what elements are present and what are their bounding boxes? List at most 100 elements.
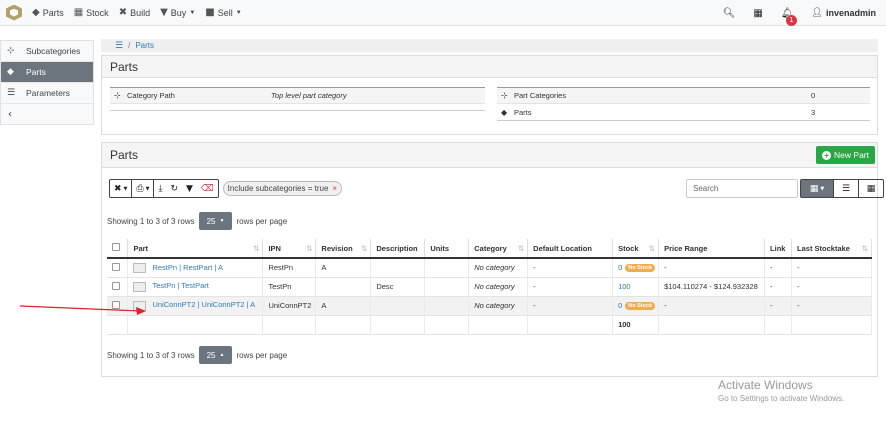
part-link[interactable]: TestPn | TestPart bbox=[152, 281, 208, 290]
column-header[interactable]: Link bbox=[764, 239, 793, 259]
column-header[interactable]: Default Location bbox=[527, 239, 614, 259]
part-cell: TestPn | TestPart bbox=[127, 277, 264, 297]
row-checkbox[interactable] bbox=[112, 281, 120, 290]
user-menu[interactable]: 👤︎ invenadmin bbox=[812, 8, 876, 18]
column-header[interactable]: Stock ⇅ bbox=[612, 239, 660, 259]
grid-view-button[interactable]: ▦ bbox=[858, 180, 883, 197]
sitemap-icon: ⊹ bbox=[7, 46, 15, 56]
page-size-select[interactable]: 25 ▼ bbox=[198, 212, 233, 230]
user-icon: 👤︎ bbox=[811, 8, 823, 18]
row-checkbox-cell bbox=[107, 258, 129, 278]
ipn-cell: RestPn bbox=[262, 258, 317, 278]
nav-sell[interactable]: ■ Sell ▼ bbox=[205, 7, 241, 18]
sort-icon: ⇅ bbox=[253, 243, 260, 253]
nav-build-label: Build bbox=[130, 7, 151, 18]
breadcrumb-parts-link[interactable]: Parts bbox=[135, 41, 154, 50]
column-header[interactable]: Part ⇅ bbox=[127, 239, 264, 259]
sidebar-item-label: Parts bbox=[26, 67, 46, 77]
part-thumbnail bbox=[133, 262, 147, 273]
nav-parts[interactable]: ◆ Parts bbox=[32, 7, 64, 18]
sidebar-item-subcategories[interactable]: ⊹ Subcategories bbox=[1, 41, 93, 62]
page-size-select[interactable]: 25 ▲ bbox=[198, 346, 233, 364]
filter-button[interactable]: ▼ bbox=[182, 180, 197, 197]
link-cell: - bbox=[764, 258, 793, 278]
chevron-down-icon: ▼ bbox=[123, 185, 128, 192]
grid-icon: ▦ bbox=[866, 183, 876, 194]
price-cell: - bbox=[658, 296, 766, 316]
barcode-icon[interactable]: ▦ bbox=[753, 8, 762, 19]
description-cell: Desc bbox=[370, 277, 426, 297]
collapse-sidebar-button[interactable]: ‹ bbox=[1, 104, 93, 124]
sidebar-item-parts[interactable]: ◆ Parts bbox=[1, 62, 93, 83]
table-header-row: Part ⇅ IPN ⇅ Revision ⇅ Description Units C… bbox=[107, 239, 872, 259]
list-view-button[interactable]: ☰ bbox=[833, 180, 858, 197]
refresh-button[interactable]: ↻ bbox=[166, 180, 182, 197]
list-icon: ☰ bbox=[7, 88, 16, 98]
units-cell bbox=[424, 277, 470, 297]
stock-link[interactable]: 0 bbox=[618, 263, 622, 272]
sort-icon: ⇅ bbox=[648, 243, 656, 253]
category-stats-table: ⊹ Part Categories 0 ◆ Parts 3 bbox=[497, 87, 870, 121]
part-categories-value: 0 bbox=[811, 91, 816, 100]
part-link[interactable]: RestPn | RestPart | A bbox=[152, 263, 223, 272]
column-header[interactable]: Units bbox=[424, 239, 470, 259]
price-cell: $104.110274 - $124.932328 bbox=[658, 277, 766, 297]
bell-icon[interactable]: 🔔︎ 1 bbox=[781, 8, 797, 26]
stock-link[interactable]: 100 bbox=[618, 282, 631, 291]
search-icon[interactable]: 🔍︎ bbox=[723, 8, 736, 19]
parts-count-label: Parts bbox=[514, 107, 532, 117]
menu-icon[interactable]: ☰ bbox=[115, 41, 123, 51]
stock-link[interactable]: 0 bbox=[618, 301, 622, 310]
username: invenadmin bbox=[825, 8, 876, 18]
category-info-table: ⊹ Category Path Top level part category bbox=[110, 87, 485, 111]
pagination-info-top: Showing 1 to 3 of 3 rows 25 ▼ rows per pa… bbox=[107, 212, 287, 230]
table-row: UniConnPT2 | UniConnPT2 | A UniConnPT2 A… bbox=[107, 296, 872, 316]
inventree-logo[interactable] bbox=[6, 4, 22, 21]
no-stock-badge: No Stock bbox=[625, 302, 656, 310]
category-value: No category bbox=[474, 282, 515, 291]
grid-icon: ▦ bbox=[809, 183, 819, 194]
column-header[interactable]: Last Stocktake ⇅ bbox=[791, 239, 872, 259]
filter-chip-label: Include subcategories = true bbox=[227, 184, 329, 193]
showing-text: Showing 1 to 3 of 3 rows bbox=[107, 216, 195, 226]
activate-windows-watermark: Activate Windows Go to Settings to activ… bbox=[718, 378, 844, 403]
print-menu-button[interactable]: ⎙ ▼ bbox=[131, 180, 153, 197]
sidebar-item-parameters[interactable]: ☰ Parameters bbox=[1, 83, 93, 104]
breadcrumb: ☰ / Parts bbox=[101, 39, 878, 52]
table-view-button[interactable]: ▦ ▼ bbox=[801, 180, 833, 197]
tools-menu-button[interactable]: ✖ ▼ bbox=[110, 180, 131, 197]
category-path-value: Top level part category bbox=[271, 91, 347, 100]
header-label: Revision bbox=[321, 243, 353, 253]
breadcrumb-separator: / bbox=[128, 41, 131, 50]
notification-badge: 1 bbox=[785, 14, 797, 26]
watermark-title: Activate Windows bbox=[718, 378, 813, 392]
row-checkbox[interactable] bbox=[112, 262, 120, 271]
filter-icon: ▼ bbox=[186, 183, 193, 194]
clear-filters-button[interactable]: ⌫ bbox=[197, 180, 218, 197]
part-thumbnail bbox=[133, 300, 147, 311]
new-part-button[interactable]: + New Part bbox=[816, 146, 875, 164]
filter-chip: Include subcategories = true × bbox=[222, 181, 343, 196]
part-link[interactable]: UniConnPT2 | UniConnPT2 | A bbox=[152, 300, 255, 309]
row-checkbox[interactable] bbox=[112, 300, 120, 309]
shapes-icon: ◆ bbox=[7, 67, 14, 77]
close-icon[interactable]: × bbox=[332, 184, 337, 193]
parts-panel: Parts + New Part ✖ ▼ ⎙ ▼ ⤓ ↻ ▼ ⌫ Include s… bbox=[101, 142, 884, 377]
download-button[interactable]: ⤓ bbox=[153, 180, 166, 197]
category-path-label: Category Path bbox=[127, 91, 175, 100]
column-header[interactable]: Description bbox=[370, 239, 426, 259]
column-header[interactable]: IPN ⇅ bbox=[262, 239, 317, 259]
select-all-checkbox[interactable] bbox=[112, 243, 120, 251]
page-size-value: 25 bbox=[206, 350, 216, 360]
row-checkbox-cell bbox=[107, 296, 129, 316]
nav-buy[interactable]: ▼ Buy ▼ bbox=[160, 7, 195, 18]
column-header[interactable]: Category ⇅ bbox=[468, 239, 529, 259]
column-header[interactable]: Revision ⇅ bbox=[315, 239, 372, 259]
price-cell: - bbox=[658, 258, 766, 278]
nav-build[interactable]: ✖ Build bbox=[119, 7, 150, 18]
rows-per-page-label: rows per page bbox=[236, 350, 288, 360]
column-header[interactable]: Price Range bbox=[658, 239, 766, 259]
sidebar-item-label: Parameters bbox=[26, 88, 70, 98]
search-input[interactable] bbox=[686, 179, 798, 198]
nav-stock[interactable]: ▦ Stock bbox=[74, 7, 109, 18]
